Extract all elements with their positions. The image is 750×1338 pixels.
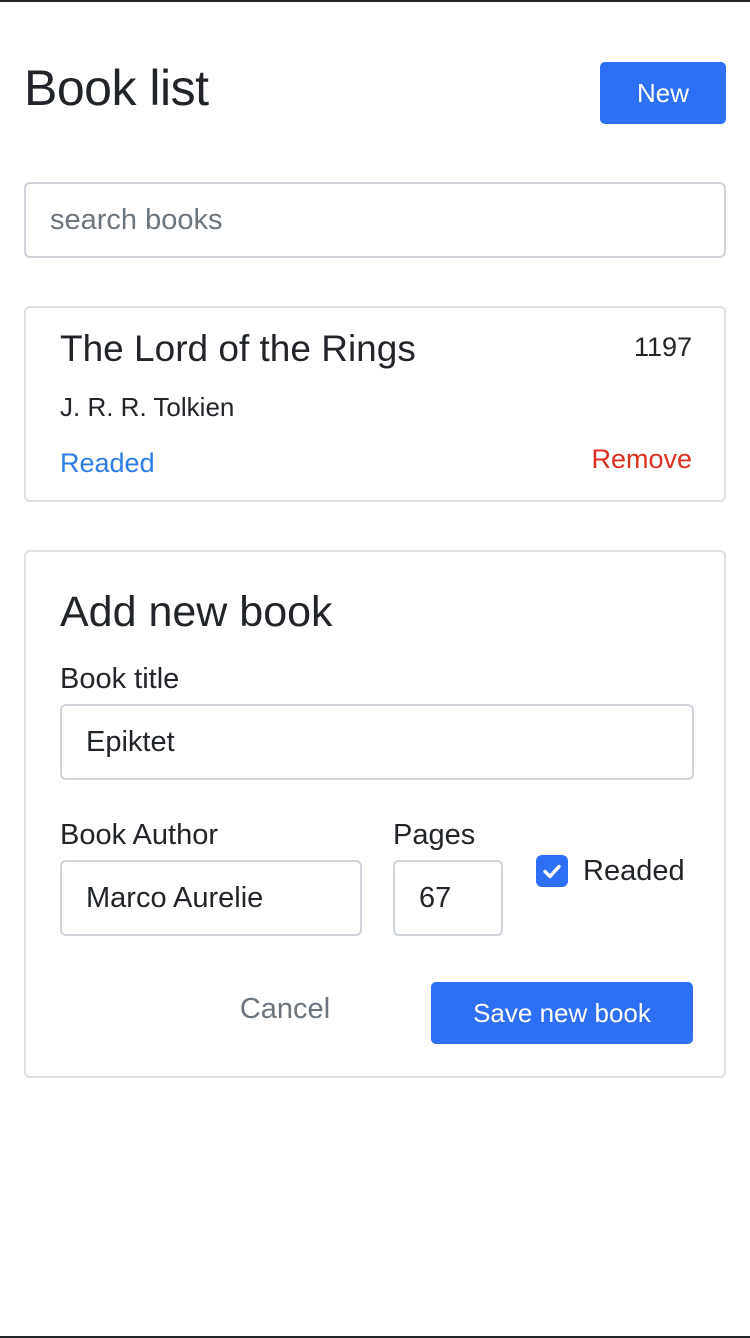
search-input[interactable] bbox=[24, 182, 726, 258]
book-title-label: Book title bbox=[60, 663, 180, 695]
pages-field[interactable] bbox=[393, 860, 503, 936]
form-heading: Add new book bbox=[60, 588, 333, 636]
book-author: J. R. R. Tolkien bbox=[60, 392, 235, 422]
page-title: Book list bbox=[24, 60, 209, 116]
book-title-field[interactable] bbox=[60, 704, 694, 780]
cancel-button[interactable]: Cancel bbox=[230, 986, 340, 1032]
page: Book list New The Lord of the Rings 1197… bbox=[0, 0, 750, 1338]
add-book-form: Add new book Book title Book Author Page… bbox=[24, 550, 726, 1078]
header: Book list New bbox=[24, 60, 726, 124]
book-author-field[interactable] bbox=[60, 860, 362, 936]
readed-checkbox-label[interactable]: Readed bbox=[583, 854, 685, 888]
book-card: The Lord of the Rings 1197 J. R. R. Tolk… bbox=[24, 306, 726, 502]
book-remove-button[interactable]: Remove bbox=[591, 442, 692, 476]
book-title: The Lord of the Rings bbox=[60, 328, 416, 369]
new-book-button[interactable]: New bbox=[600, 62, 726, 124]
book-readed-link[interactable]: Readed bbox=[60, 446, 155, 480]
save-new-book-button[interactable]: Save new book bbox=[431, 982, 693, 1044]
check-icon bbox=[543, 864, 561, 879]
book-author-label: Book Author bbox=[60, 819, 218, 851]
pages-label: Pages bbox=[393, 819, 476, 851]
book-pages: 1197 bbox=[633, 332, 692, 362]
readed-checkbox[interactable] bbox=[536, 855, 568, 887]
